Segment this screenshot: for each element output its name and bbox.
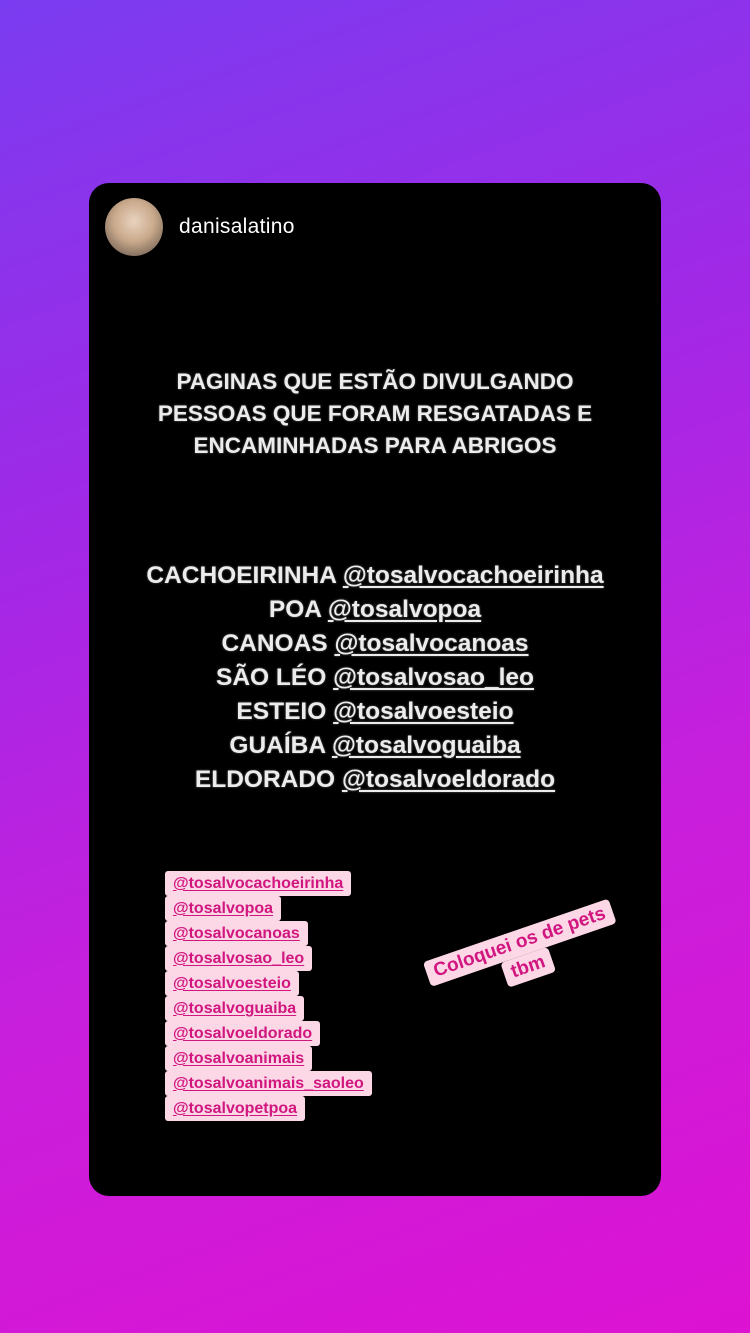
mention-sticker-label: @tosalvopoa (173, 900, 274, 917)
avatar[interactable] (105, 198, 163, 256)
city-name: POA (268, 596, 322, 623)
mention-sticker[interactable]: @tosalvopetpoa (165, 1096, 306, 1121)
mention-sticker-label: @tosalvoanimais (173, 1050, 305, 1067)
mention-sticker-label: @tosalvocachoeirinha (173, 875, 344, 892)
city-handle[interactable]: @tosalvocachoeirinha (343, 562, 604, 589)
mention-sticker-label: @tosalvoanimais_saoleo (173, 1075, 364, 1092)
city-row: GUAÍBA @tosalvoguaiba (89, 729, 661, 763)
mention-sticker[interactable]: @tosalvoanimais_saoleo (165, 1071, 372, 1096)
city-handle[interactable]: @tosalvosao_leo (333, 664, 534, 691)
city-handle[interactable]: @tosalvoeldorado (342, 766, 555, 793)
mention-sticker-label: @tosalvopetpoa (173, 1100, 298, 1117)
headline-line: PAGINAS QUE ESTÃO DIVULGANDO (176, 369, 574, 394)
mention-sticker[interactable]: @tosalvoanimais (165, 1046, 313, 1071)
headline-line: PESSOAS QUE FORAM RESGATADAS E (157, 401, 593, 426)
city-row: CANOAS @tosalvocanoas (89, 627, 661, 661)
city-row: SÃO LÉO @tosalvosao_leo (89, 661, 661, 695)
city-name: ESTEIO (236, 698, 327, 725)
mention-sticker[interactable]: @tosalvocachoeirinha (165, 871, 352, 896)
mention-sticker[interactable]: @tosalvoeldorado (165, 1021, 321, 1046)
city-name: CACHOEIRINHA (146, 562, 337, 589)
city-list: CACHOEIRINHA @tosalvocachoeirinha POA @t… (89, 559, 661, 797)
mention-sticker-label: @tosalvoeldorado (173, 1025, 313, 1042)
mention-sticker[interactable]: @tosalvopoa (165, 896, 282, 921)
city-handle[interactable]: @tosalvoesteio (333, 698, 513, 725)
username[interactable]: danisalatino (179, 215, 295, 239)
city-row: ESTEIO @tosalvoesteio (89, 695, 661, 729)
mention-sticker-label: @tosalvosao_leo (173, 950, 305, 967)
story-card: danisalatino PAGINAS QUE ESTÃO DIVULGAND… (89, 183, 661, 1196)
mention-sticker-label: @tosalvoesteio (173, 975, 291, 992)
city-row: ELDORADO @tosalvoeldorado (89, 763, 661, 797)
headline: PAGINAS QUE ESTÃO DIVULGANDO PESSOAS QUE… (89, 366, 661, 462)
city-name: GUAÍBA (229, 732, 326, 759)
story-header: danisalatino (105, 198, 295, 256)
city-handle[interactable]: @tosalvocanoas (334, 630, 528, 657)
city-handle[interactable]: @tosalvopoa (328, 596, 481, 623)
note-sticker: Coloquei os de pets tbm (407, 893, 641, 1017)
mention-sticker-list: @tosalvocachoeirinha @tosalvopoa @tosalv… (165, 871, 372, 1121)
city-name: ELDORADO (194, 766, 336, 793)
city-handle[interactable]: @tosalvoguaiba (332, 732, 521, 759)
mention-sticker[interactable]: @tosalvocanoas (165, 921, 308, 946)
mention-sticker-label: @tosalvoguaiba (173, 1000, 297, 1017)
city-name: CANOAS (221, 630, 328, 657)
mention-sticker[interactable]: @tosalvosao_leo (165, 946, 313, 971)
mention-sticker-label: @tosalvocanoas (173, 925, 300, 942)
city-row: POA @tosalvopoa (89, 593, 661, 627)
city-name: SÃO LÉO (216, 664, 327, 691)
city-row: CACHOEIRINHA @tosalvocachoeirinha (89, 559, 661, 593)
mention-sticker[interactable]: @tosalvoguaiba (165, 996, 305, 1021)
headline-line: ENCAMINHADAS PARA ABRIGOS (193, 433, 557, 458)
mention-sticker[interactable]: @tosalvoesteio (165, 971, 299, 996)
